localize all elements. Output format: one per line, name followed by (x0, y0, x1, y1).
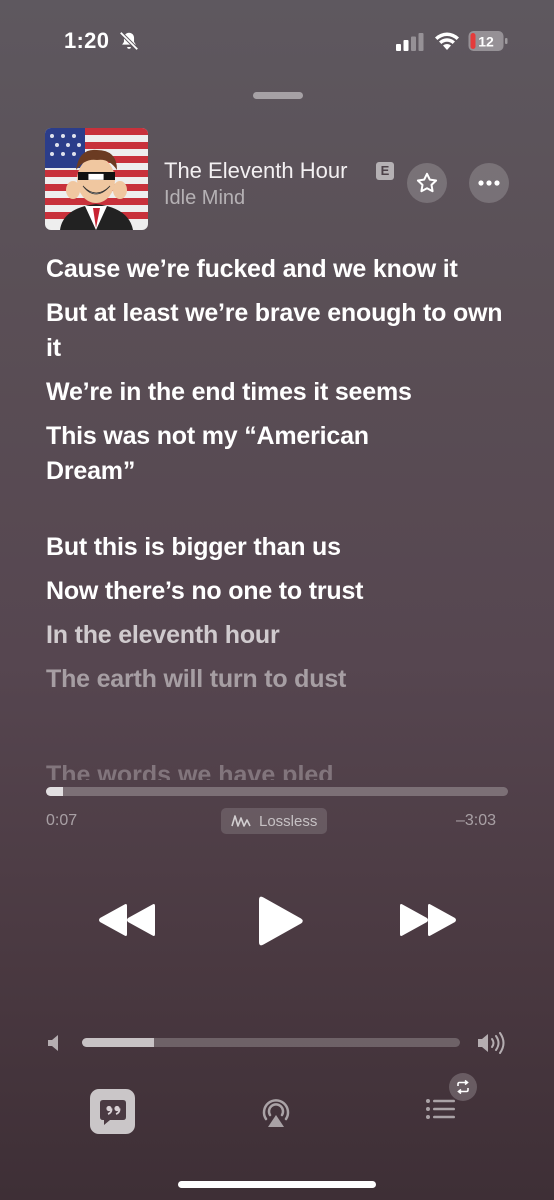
lossless-wave-icon (231, 815, 251, 827)
lyric-line[interactable]: This was not my “American Dream” (46, 419, 426, 489)
wifi-icon (435, 32, 459, 50)
elapsed-time: 0:07 (46, 812, 78, 829)
svg-text:█████: █████ (87, 174, 104, 181)
fast-forward-icon[interactable] (398, 902, 458, 938)
lyric-line[interactable]: Now there’s no one to trust (46, 574, 516, 609)
repeat-badge[interactable] (449, 1073, 477, 1101)
lyrics-toggle-button[interactable] (90, 1089, 135, 1134)
battery-icon: 12 (468, 31, 508, 51)
volume-slider[interactable] (82, 1038, 460, 1047)
more-button[interactable] (469, 163, 509, 203)
star-icon (416, 172, 438, 193)
artist-name[interactable]: Idle Mind (164, 187, 245, 210)
lyric-line[interactable]: In the eleventh hour (46, 618, 516, 653)
rewind-icon[interactable] (97, 902, 157, 938)
lyric-line[interactable]: The earth will turn to dust (46, 662, 516, 697)
repeat-icon (457, 1079, 469, 1095)
album-artwork[interactable]: █████ (45, 128, 148, 230)
bell-slash-icon (119, 31, 139, 51)
lyric-line[interactable]: Cause we’re fucked and we know it (46, 252, 516, 287)
status-time: 1:20 (64, 28, 110, 53)
home-indicator[interactable] (178, 1181, 376, 1188)
sheet-grabber[interactable] (253, 92, 303, 99)
lyric-line[interactable]: We’re in the end times it seems (46, 375, 516, 410)
favorite-button[interactable] (407, 163, 447, 203)
play-icon[interactable] (255, 895, 305, 947)
explicit-badge: E (376, 162, 394, 180)
remaining-time: –3:03 (456, 812, 497, 829)
lyric-line[interactable]: But at least we’re brave enough to own i… (46, 296, 516, 366)
lyrics-view[interactable]: Cause we’re fucked and we know it But at… (46, 252, 516, 706)
scrubber-fill (46, 787, 64, 796)
lossless-label: Lossless (259, 812, 318, 830)
quote-bubble-icon (99, 1099, 126, 1125)
lyric-line[interactable]: But this is bigger than us (46, 530, 516, 565)
list-icon[interactable] (424, 1094, 458, 1124)
lossless-badge[interactable]: Lossless (221, 808, 328, 834)
volume-fill (82, 1038, 154, 1047)
volume-low-icon (48, 1035, 58, 1051)
lyric-line-faded[interactable]: The words we have pled (46, 758, 334, 780)
battery-level: 12 (478, 34, 494, 50)
airplay-icon[interactable] (258, 1093, 294, 1129)
playback-scrubber[interactable] (46, 787, 508, 796)
song-title[interactable]: The Eleventh Hour (164, 158, 347, 184)
cellular-signal-icon (396, 33, 424, 51)
volume-high-icon (478, 1032, 505, 1054)
ellipsis-icon (478, 180, 500, 186)
